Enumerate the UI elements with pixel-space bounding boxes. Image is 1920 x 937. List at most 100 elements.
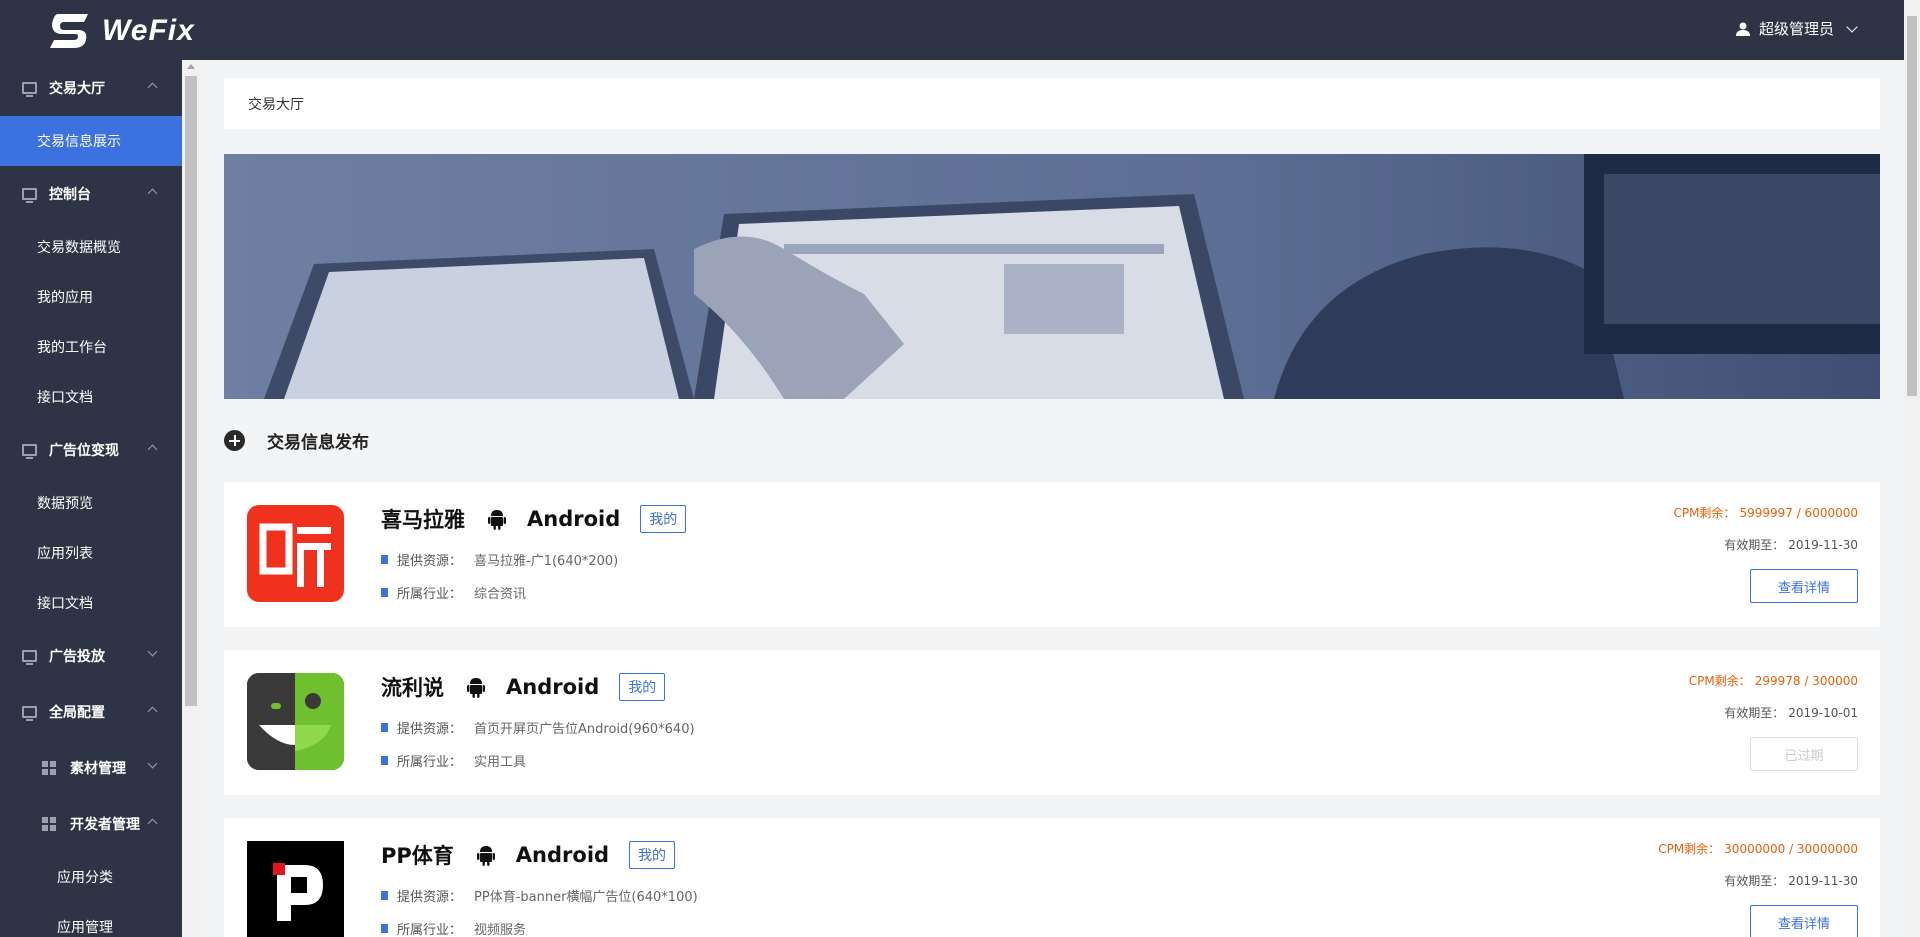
sidebar-subgroup-material[interactable]: 素材管理 <box>0 740 182 796</box>
sidebar-item-label: 接口文档 <box>37 596 93 612</box>
cpm-remaining: CPM剩余： 299978 / 300000 <box>1689 672 1858 689</box>
cpm-label: CPM剩余： <box>1688 674 1751 688</box>
chevron-down-icon <box>1846 20 1858 33</box>
card-title: PP体育 Android 我的 <box>381 840 676 870</box>
sidebar-item-label: 接口文档 <box>37 390 93 406</box>
sidebar-scroll-thumb[interactable] <box>185 76 197 706</box>
sidebar-group-trading-hall[interactable]: 交易大厅 <box>0 60 182 116</box>
sidebar-group-label: 广告投放 <box>49 649 105 665</box>
sidebar-scrollbar[interactable] <box>182 60 200 937</box>
chevron-up-icon <box>147 706 158 717</box>
plus-circle-icon[interactable] <box>224 430 245 451</box>
cpm-remaining: CPM剩余： 5999997 / 6000000 <box>1673 504 1858 521</box>
page-scrollbar[interactable] <box>1904 0 1920 937</box>
grid-icon <box>42 817 56 831</box>
user-menu[interactable]: 超级管理员 <box>1735 18 1858 39</box>
view-details-button[interactable]: 查看详情 <box>1750 569 1858 603</box>
industry-row: 所属行业： 综合资讯 <box>381 583 526 602</box>
mine-tag: 我的 <box>629 841 676 869</box>
valid-label: 有效期至： <box>1724 538 1785 552</box>
sidebar-item-trade-overview[interactable]: 交易数据概览 <box>0 222 182 272</box>
sidebar: 交易大厅 交易信息展示 控制台 交易数据概览 我的应用 我的工作台 接口文档 广… <box>0 60 182 937</box>
chevron-up-icon <box>147 818 158 829</box>
page-scroll-thumb[interactable] <box>1907 16 1917 396</box>
cpm-label: CPM剩余： <box>1673 506 1736 520</box>
ximalaya-logo-icon <box>259 523 331 587</box>
bullet-square-icon <box>381 924 388 933</box>
user-name: 超级管理员 <box>1758 20 1834 38</box>
android-icon <box>467 678 485 698</box>
resource-row: 提供资源： 首页开屏页广告位Android(960*640) <box>381 718 695 737</box>
wefix-logo-icon: 一彩 <box>50 14 88 48</box>
resource-value: 喜马拉雅-广1(640*200) <box>474 554 619 569</box>
card-title: 流利说 Android 我的 <box>381 672 666 702</box>
sidebar-item-my-apps[interactable]: 我的应用 <box>0 272 182 322</box>
android-icon <box>476 846 495 866</box>
sidebar-item-trade-info[interactable]: 交易信息展示 <box>0 116 182 166</box>
hero-banner <box>224 154 1880 399</box>
sidebar-item-api-docs-2[interactable]: 接口文档 <box>0 578 182 628</box>
sidebar-group-ad-delivery[interactable]: 广告投放 <box>0 628 182 684</box>
resource-value: PP体育-banner横幅广告位(640*100) <box>474 890 698 905</box>
bullet-square-icon <box>381 723 388 732</box>
industry-row: 所属行业： 视频服务 <box>381 919 526 937</box>
sidebar-item-data-preview[interactable]: 数据预览 <box>0 478 182 528</box>
breadcrumb-item[interactable]: 交易大厅 <box>248 94 304 114</box>
sidebar-item-label: 交易信息展示 <box>37 134 121 150</box>
app-logo-pp-sports <box>247 841 344 937</box>
sidebar-subgroup-label: 开发者管理 <box>70 817 140 833</box>
sidebar-item-label: 我的应用 <box>37 290 93 306</box>
monitor-icon <box>22 82 37 97</box>
monitor-icon <box>22 706 37 721</box>
sidebar-subgroup-developer[interactable]: 开发者管理 <box>0 796 182 852</box>
valid-value: 2019-10-01 <box>1788 706 1858 720</box>
sidebar-group-label: 全局配置 <box>49 705 105 721</box>
sidebar-group-global-config[interactable]: 全局配置 <box>0 684 182 740</box>
user-icon <box>1735 22 1750 36</box>
chevron-up-icon <box>147 444 158 455</box>
sidebar-item-app-list[interactable]: 应用列表 <box>0 528 182 578</box>
industry-label: 所属行业： <box>397 587 463 602</box>
sidebar-item-my-workbench[interactable]: 我的工作台 <box>0 322 182 372</box>
cpm-value: 30000000 / 30000000 <box>1724 842 1858 856</box>
sidebar-group-console[interactable]: 控制台 <box>0 166 182 222</box>
svg-text:一彩: 一彩 <box>68 24 78 31</box>
sidebar-group-label: 控制台 <box>49 187 91 203</box>
resource-value: 首页开屏页广告位Android(960*640) <box>474 722 695 737</box>
expired-button: 已过期 <box>1750 737 1858 771</box>
app-logo[interactable]: 一彩 WeFix <box>48 12 195 50</box>
resource-row: 提供资源： PP体育-banner横幅广告位(640*100) <box>381 886 698 905</box>
view-details-button[interactable]: 查看详情 <box>1750 905 1858 937</box>
listing-card: 流利说 Android 我的 提供资源： 首页开屏页广告位Android(960… <box>224 650 1880 795</box>
app-logo-liulishuo <box>247 673 344 770</box>
scroll-up-arrow-icon[interactable] <box>187 64 195 69</box>
sidebar-group-label: 广告位变现 <box>49 443 119 459</box>
industry-value: 实用工具 <box>474 755 527 770</box>
bullet-square-icon <box>381 891 388 900</box>
valid-until: 有效期至： 2019-11-30 <box>1724 872 1858 889</box>
valid-label: 有效期至： <box>1724 706 1785 720</box>
breadcrumb: 交易大厅 <box>224 78 1880 129</box>
valid-value: 2019-11-30 <box>1788 874 1858 888</box>
pp-sports-logo-icon <box>247 841 344 937</box>
section-title[interactable]: 交易信息发布 <box>224 428 369 453</box>
sidebar-item-app-category[interactable]: 应用分类 <box>0 852 182 902</box>
cpm-value: 5999997 / 6000000 <box>1739 506 1858 520</box>
mine-tag: 我的 <box>640 505 687 533</box>
platform-label: Android <box>515 843 610 867</box>
banner-image <box>224 154 1880 399</box>
sidebar-item-api-docs[interactable]: 接口文档 <box>0 372 182 422</box>
industry-value: 综合资讯 <box>474 587 527 602</box>
monitor-icon <box>22 650 37 665</box>
sidebar-item-app-management[interactable]: 应用管理 <box>0 902 182 937</box>
platform-label: Android <box>527 507 621 531</box>
bullet-square-icon <box>381 756 388 765</box>
android-icon <box>488 510 506 530</box>
sidebar-item-label: 应用分类 <box>57 870 113 886</box>
app-logo-ximalaya <box>247 505 344 602</box>
top-header: 一彩 WeFix 超级管理员 <box>0 0 1904 60</box>
listing-card: 喜马拉雅 Android 我的 提供资源： 喜马拉雅-广1(640*200) 所… <box>224 482 1880 627</box>
valid-value: 2019-11-30 <box>1788 538 1858 552</box>
chevron-down-icon <box>147 646 158 657</box>
sidebar-group-ad-monetization[interactable]: 广告位变现 <box>0 422 182 478</box>
